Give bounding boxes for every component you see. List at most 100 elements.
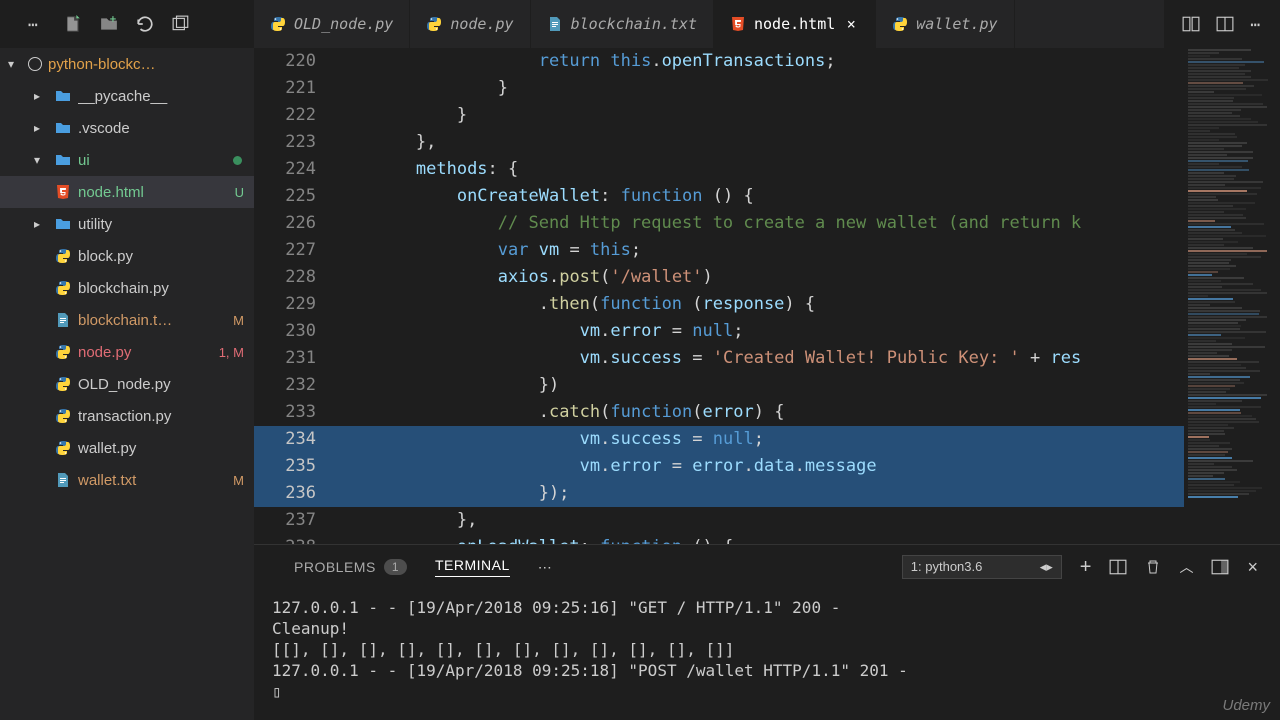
tree-item-OLD_node-py[interactable]: OLD_node.py xyxy=(0,368,254,400)
tab-label: OLD_node.py xyxy=(294,15,393,33)
terminal-selector[interactable]: 1: python3.6 ◂▸ xyxy=(902,555,1062,579)
html-icon xyxy=(54,183,72,201)
python-icon xyxy=(54,407,72,425)
python-icon xyxy=(892,16,908,32)
tab-label: wallet.py xyxy=(916,15,997,33)
explorer-top-icons: ⋯ xyxy=(0,15,254,33)
tab-OLD_node-py[interactable]: OLD_node.py xyxy=(254,0,410,48)
chevron-icon: ▸ xyxy=(34,121,48,135)
watermark: Udemy xyxy=(1222,697,1270,714)
source-control-circle-icon xyxy=(28,57,42,71)
tree-label: block.py xyxy=(78,248,254,265)
code-content[interactable]: return this.openTransactions; } } }, met… xyxy=(334,48,1184,544)
tree-label: __pycache__ xyxy=(78,88,254,105)
minimap[interactable] xyxy=(1184,48,1280,544)
tree-item-ui[interactable]: ▾ ui xyxy=(0,144,254,176)
folder-icon xyxy=(54,151,72,169)
chevron-icon: ▸ xyxy=(34,89,48,103)
chevron-up-icon[interactable]: ︿ xyxy=(1179,557,1193,577)
tree-item-wallet-txt[interactable]: wallet.txt M xyxy=(0,464,254,496)
tab-label: blockchain.txt xyxy=(571,15,697,33)
git-annotation: M xyxy=(233,473,244,488)
tab-node-html[interactable]: node.html × xyxy=(714,0,876,48)
tree-label: utility xyxy=(78,216,254,233)
new-folder-icon[interactable] xyxy=(100,15,118,33)
tree-label: .vscode xyxy=(78,120,254,137)
editor-tabs: OLD_node.py node.py blockchain.txt node.htm… xyxy=(254,0,1164,48)
tree-item-__pycache__[interactable]: ▸ __pycache__ xyxy=(0,80,254,112)
folder-icon xyxy=(54,215,72,233)
tree-item-transaction-py[interactable]: transaction.py xyxy=(0,400,254,432)
panel-overflow-icon[interactable]: ⋯ xyxy=(538,559,554,576)
maximize-panel-icon[interactable] xyxy=(1211,558,1229,576)
tree-root[interactable]: ▾ python-blockc… xyxy=(0,48,254,80)
tree-item-blockchain-t-[interactable]: blockchain.t… M xyxy=(0,304,254,336)
tab-terminal[interactable]: TERMINAL xyxy=(435,557,510,577)
git-annotation: U xyxy=(235,185,244,200)
tree-label: blockchain.py xyxy=(78,280,254,297)
tree-label: OLD_node.py xyxy=(78,376,254,393)
file-explorer: ▾ python-blockc… ▸ __pycache__ ▸ .vscode ▾ ui… xyxy=(0,48,254,720)
code-editor[interactable]: 2202212222232242252262272282292302312322… xyxy=(254,48,1280,544)
tree-label: transaction.py xyxy=(78,408,254,425)
problems-label: PROBLEMS xyxy=(294,559,376,575)
tree-label: node.py xyxy=(78,344,213,361)
folder-icon xyxy=(54,119,72,137)
gutter: 2202212222232242252262272282292302312322… xyxy=(254,48,334,544)
folder-icon xyxy=(54,87,72,105)
text-icon xyxy=(54,311,72,329)
tree-label: wallet.txt xyxy=(78,472,227,489)
python-icon xyxy=(270,16,286,32)
tab-actions: ⋯ xyxy=(1164,15,1280,34)
compare-icon[interactable] xyxy=(1182,15,1200,33)
problems-badge: 1 xyxy=(384,559,407,575)
root-label: python-blockc… xyxy=(48,56,254,73)
text-icon xyxy=(547,16,563,32)
tab-label: node.html xyxy=(754,15,835,33)
chevron-icon: ▸ xyxy=(34,217,48,231)
terminal-output[interactable]: 127.0.0.1 - - [19/Apr/2018 09:25:16] "GE… xyxy=(254,589,1280,720)
collapse-icon[interactable] xyxy=(172,15,190,33)
tree-item--vscode[interactable]: ▸ .vscode xyxy=(0,112,254,144)
tab-blockchain-txt[interactable]: blockchain.txt xyxy=(531,0,714,48)
tab-wallet-py[interactable]: wallet.py xyxy=(876,0,1014,48)
refresh-icon[interactable] xyxy=(136,15,154,33)
trash-icon[interactable] xyxy=(1145,559,1161,575)
terminal-label: TERMINAL xyxy=(435,557,510,573)
tree-item-wallet-py[interactable]: wallet.py xyxy=(0,432,254,464)
close-panel-icon[interactable]: × xyxy=(1247,557,1258,578)
more-icon[interactable]: ⋯ xyxy=(1250,15,1262,34)
tree-label: node.html xyxy=(78,184,229,201)
python-icon xyxy=(54,247,72,265)
bottom-panel: PROBLEMS 1 TERMINAL ⋯ 1: python3.6 ◂▸ + … xyxy=(254,544,1280,720)
tree-item-block-py[interactable]: block.py xyxy=(0,240,254,272)
tree-item-blockchain-py[interactable]: blockchain.py xyxy=(0,272,254,304)
close-icon[interactable]: × xyxy=(843,15,859,33)
split-editor-icon[interactable] xyxy=(1216,15,1234,33)
tree-item-utility[interactable]: ▸ utility xyxy=(0,208,254,240)
git-status-dot-icon xyxy=(233,156,242,165)
tab-node-py[interactable]: node.py xyxy=(410,0,530,48)
tab-label: node.py xyxy=(450,15,513,33)
new-terminal-icon[interactable]: + xyxy=(1080,556,1092,579)
tree-item-node-py[interactable]: node.py 1, M xyxy=(0,336,254,368)
git-annotation: 1, M xyxy=(219,345,244,360)
menu-icon[interactable]: ⋯ xyxy=(28,15,46,33)
python-icon xyxy=(426,16,442,32)
tab-problems[interactable]: PROBLEMS 1 xyxy=(294,559,407,575)
split-terminal-icon[interactable] xyxy=(1109,558,1127,576)
chevron-down-icon: ▾ xyxy=(8,57,22,71)
git-annotation: M xyxy=(233,313,244,328)
tree-item-node-html[interactable]: node.html U xyxy=(0,176,254,208)
text-icon xyxy=(54,471,72,489)
tree-label: blockchain.t… xyxy=(78,312,227,329)
tree-label: ui xyxy=(78,152,227,169)
python-icon xyxy=(54,439,72,457)
chevron-icon: ▾ xyxy=(34,153,48,167)
python-icon xyxy=(54,343,72,361)
new-file-icon[interactable] xyxy=(64,15,82,33)
tree-label: wallet.py xyxy=(78,440,254,457)
python-icon xyxy=(54,375,72,393)
python-icon xyxy=(54,279,72,297)
html-icon xyxy=(730,16,746,32)
